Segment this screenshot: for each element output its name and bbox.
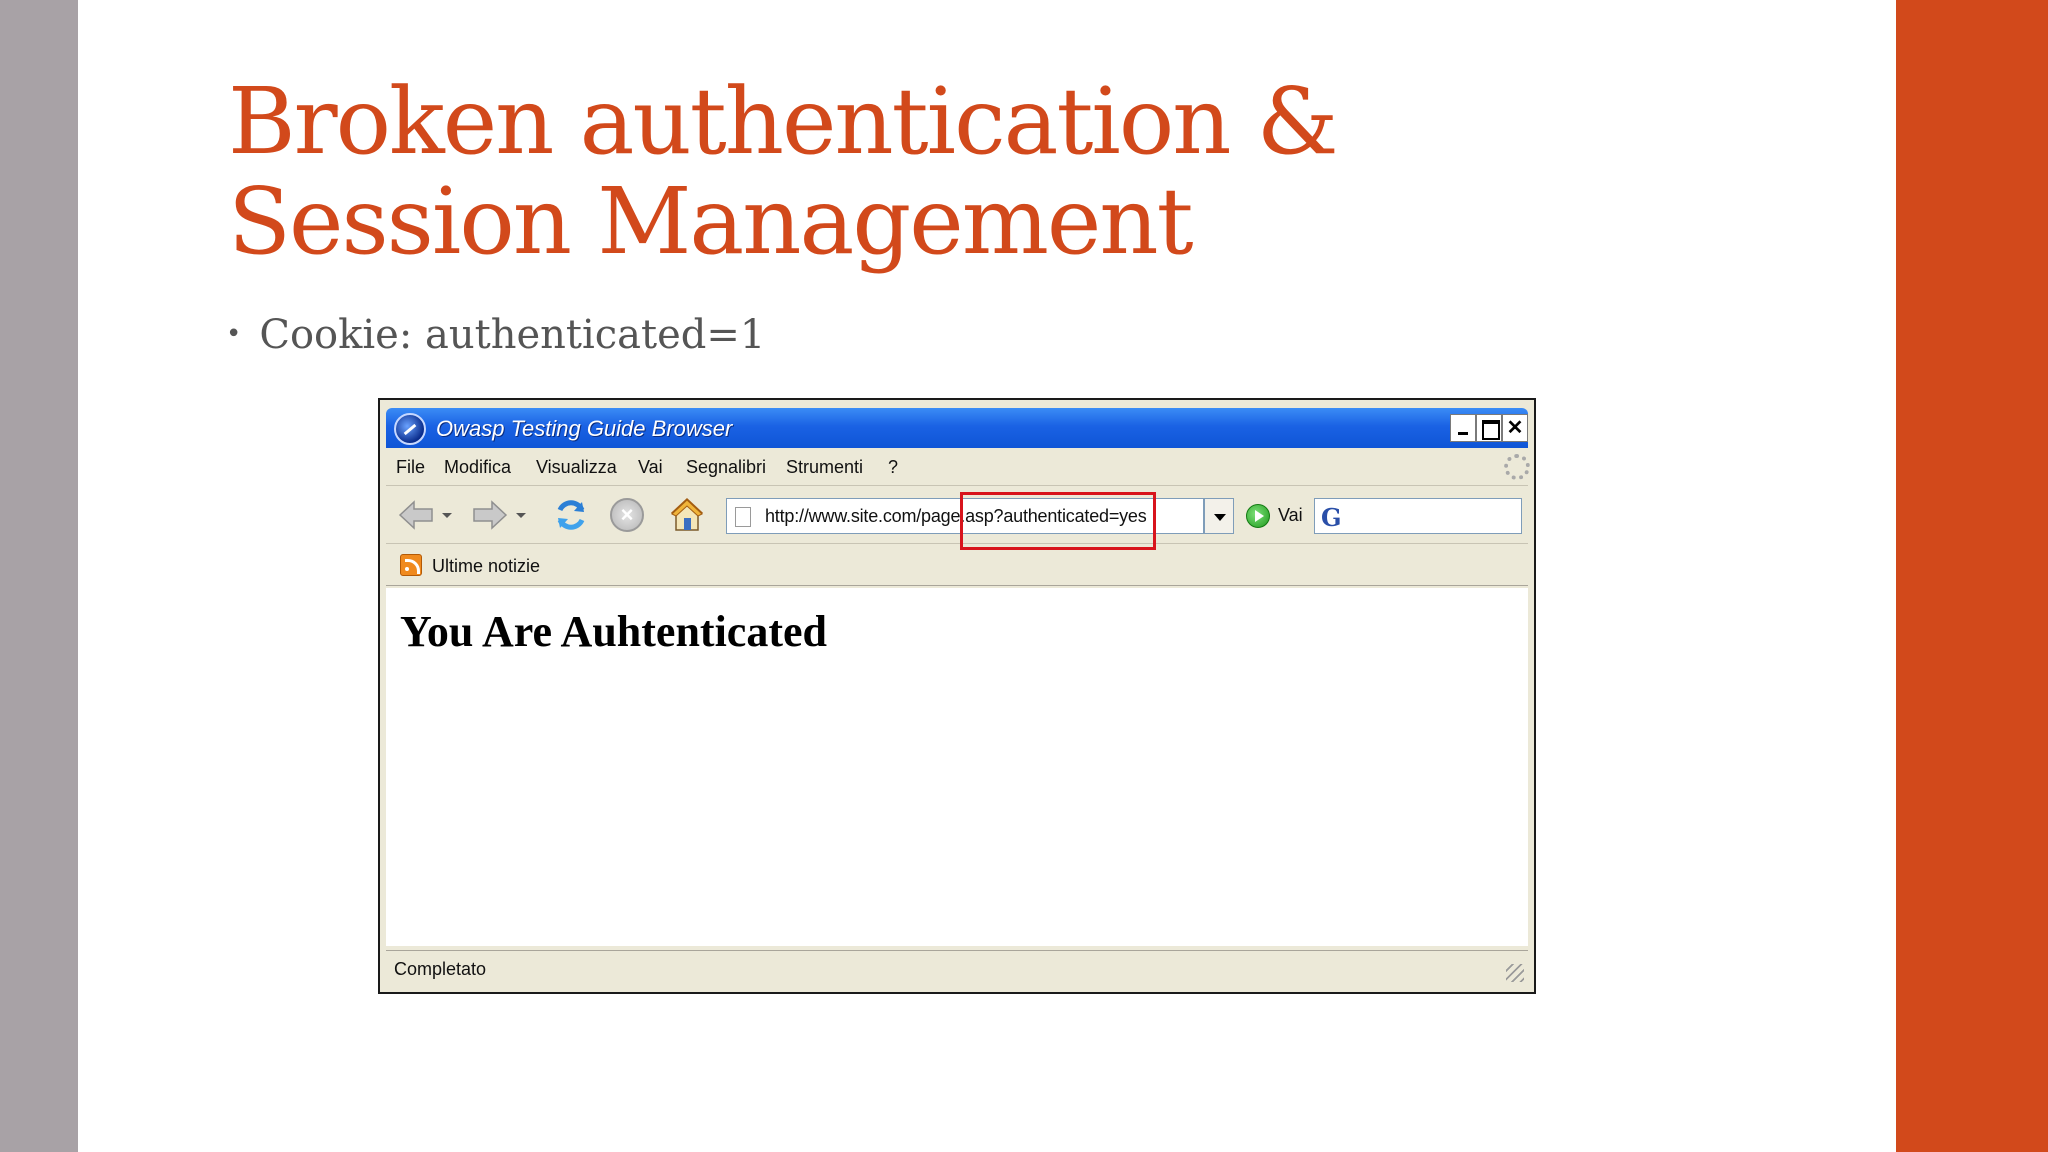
go-button-label[interactable]: Vai xyxy=(1278,505,1303,526)
menu-help[interactable]: ? xyxy=(888,457,898,478)
left-accent-bar xyxy=(0,0,78,1152)
bookmark-ultime-notizie[interactable]: Ultime notizie xyxy=(432,556,540,577)
reload-icon[interactable] xyxy=(552,496,590,534)
page-icon xyxy=(735,507,751,527)
navigation-toolbar: × http://www.site.com/page.asp?authentic… xyxy=(386,488,1528,544)
menu-segnalibri[interactable]: Segnalibri xyxy=(686,457,766,478)
google-icon[interactable]: G xyxy=(1321,503,1342,532)
bookmarks-toolbar: Ultime notizie xyxy=(386,546,1528,586)
bullet-dot-icon: • xyxy=(226,319,242,349)
close-button[interactable]: ✕ xyxy=(1502,414,1528,442)
home-icon[interactable] xyxy=(668,496,706,534)
minimize-button[interactable] xyxy=(1450,414,1476,442)
menu-visualizza[interactable]: Visualizza xyxy=(536,457,617,478)
resize-grip-icon[interactable] xyxy=(1506,964,1524,982)
address-dropdown-button[interactable] xyxy=(1204,498,1234,534)
url-parameter-highlight xyxy=(960,492,1156,550)
status-bar: Completato xyxy=(386,950,1528,986)
maximize-button[interactable] xyxy=(1476,414,1502,442)
bullet-text: Cookie: authenticated=1 xyxy=(259,312,766,358)
status-text: Completato xyxy=(394,959,487,979)
bullet-item: • Cookie: authenticated=1 xyxy=(226,312,765,358)
page-content: You Are Auhtenticated xyxy=(386,588,1528,946)
menu-modifica[interactable]: Modifica xyxy=(444,457,511,478)
window-title: Owasp Testing Guide Browser xyxy=(436,416,733,441)
browser-logo-icon xyxy=(394,413,426,445)
slide-title-line-1: Broken authentication & xyxy=(228,68,1339,175)
search-input[interactable]: G xyxy=(1314,498,1522,534)
menu-strumenti[interactable]: Strumenti xyxy=(786,457,863,478)
browser-titlebar: Owasp Testing Guide Browser ✕ xyxy=(386,408,1528,448)
go-icon[interactable] xyxy=(1246,504,1270,528)
slide-title: Broken authentication & Session Manageme… xyxy=(228,72,1628,272)
browser-window-screenshot: Owasp Testing Guide Browser ✕ File Modif… xyxy=(378,398,1536,994)
rss-icon xyxy=(400,554,422,576)
menu-vai[interactable]: Vai xyxy=(638,457,663,478)
page-heading: You Are Auhtenticated xyxy=(400,607,827,656)
menu-bar: File Modifica Visualizza Vai Segnalibri … xyxy=(386,450,1530,486)
back-dropdown-icon[interactable] xyxy=(442,513,452,518)
menu-file[interactable]: File xyxy=(396,457,425,478)
throbber-icon xyxy=(1504,454,1530,480)
right-accent-bar xyxy=(1896,0,2048,1152)
back-arrow-icon[interactable] xyxy=(398,500,434,530)
slide-title-line-2: Session Management xyxy=(228,168,1194,275)
forward-dropdown-icon[interactable] xyxy=(516,513,526,518)
stop-icon[interactable]: × xyxy=(610,498,644,532)
forward-arrow-icon[interactable] xyxy=(472,500,508,530)
